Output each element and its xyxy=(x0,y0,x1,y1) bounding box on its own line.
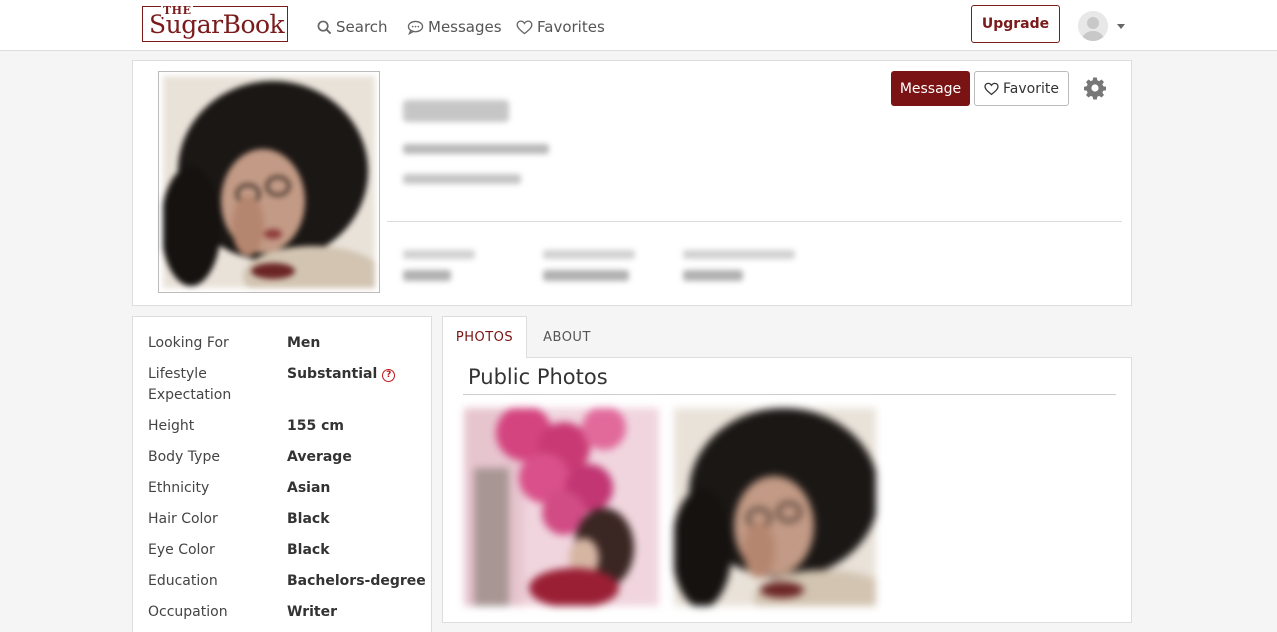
top-navbar: SugarBook THE Search Messages Favorites … xyxy=(0,0,1277,51)
favorite-button-label: Favorite xyxy=(1003,80,1059,97)
account-dropdown-caret[interactable] xyxy=(1117,24,1125,29)
logo-prefix: THE xyxy=(161,4,194,17)
profile-username-redacted xyxy=(403,96,513,126)
public-photo-thumbnail[interactable] xyxy=(674,408,876,606)
detail-value: Black xyxy=(287,511,330,527)
detail-value: 155 cm xyxy=(287,418,344,434)
detail-label: Occupation xyxy=(148,604,228,620)
detail-value: Men xyxy=(287,335,321,351)
nav-messages-label: Messages xyxy=(428,18,502,36)
tab-about[interactable]: ABOUT xyxy=(533,316,601,358)
detail-value: Average xyxy=(287,449,352,465)
profile-tabs: PHOTOS ABOUT Public Photos xyxy=(442,316,1132,623)
search-icon xyxy=(317,20,332,34)
header-divider xyxy=(387,221,1122,222)
detail-value-wrap: Substantial? xyxy=(287,364,437,385)
profile-photo-frame[interactable] xyxy=(158,71,380,293)
sugarbook-logo[interactable]: SugarBook THE xyxy=(142,4,288,42)
help-icon[interactable]: ? xyxy=(382,369,396,382)
chat-bubble-icon xyxy=(407,20,424,35)
nav-search-label: Search xyxy=(336,18,388,36)
public-photos-title: Public Photos xyxy=(468,365,608,389)
photos-tab-panel: Public Photos xyxy=(442,357,1132,623)
detail-label: Eye Color xyxy=(148,542,215,558)
heart-icon xyxy=(984,82,999,95)
favorite-button[interactable]: Favorite xyxy=(974,71,1069,106)
detail-label: Looking For xyxy=(148,335,229,351)
message-button[interactable]: Message xyxy=(891,71,970,106)
detail-value: Substantial xyxy=(287,366,378,382)
detail-label: Hair Color xyxy=(148,511,218,527)
detail-value: Asian xyxy=(287,480,331,496)
detail-label: Education xyxy=(148,573,218,589)
upgrade-button[interactable]: Upgrade xyxy=(971,5,1060,43)
nav-favorites-label: Favorites xyxy=(537,18,605,36)
public-photo-thumbnail[interactable] xyxy=(464,408,659,606)
user-avatar[interactable] xyxy=(1078,11,1108,41)
detail-value: Black xyxy=(287,542,330,558)
profile-header-card: Message Favorite xyxy=(132,60,1132,306)
nav-search[interactable]: Search xyxy=(317,16,388,38)
nav-messages[interactable]: Messages xyxy=(407,16,502,38)
tab-photos[interactable]: PHOTOS xyxy=(442,316,527,358)
detail-label: Lifestyle Expectation xyxy=(148,366,232,403)
profile-location-redacted xyxy=(403,141,553,155)
profile-stats-redacted xyxy=(403,247,803,287)
detail-label: Height xyxy=(148,418,195,434)
nav-favorites[interactable]: Favorites xyxy=(516,16,605,38)
profile-photo xyxy=(163,76,375,288)
heart-icon xyxy=(516,19,533,34)
user-silhouette-icon xyxy=(1078,11,1108,41)
profile-status-redacted xyxy=(403,171,523,185)
section-divider xyxy=(463,394,1116,395)
detail-label: Ethnicity xyxy=(148,480,210,496)
gear-icon[interactable] xyxy=(1083,76,1107,100)
profile-details-panel: Looking For Men Lifestyle Expectation Su… xyxy=(132,316,432,632)
detail-value: Writer xyxy=(287,604,337,620)
detail-value: Bachelors-degree xyxy=(287,573,426,589)
detail-label: Body Type xyxy=(148,449,220,465)
